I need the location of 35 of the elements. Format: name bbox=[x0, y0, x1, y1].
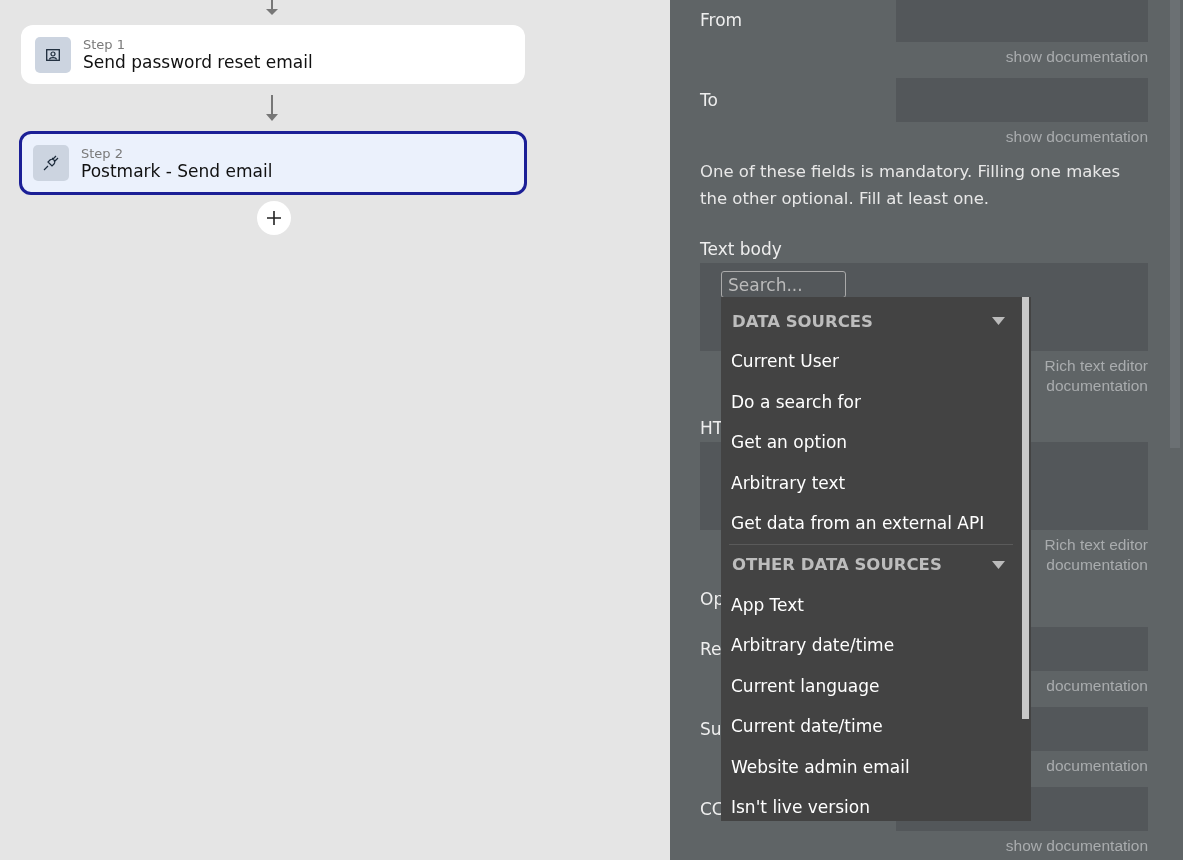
contact-card-icon bbox=[46, 48, 60, 61]
field-label: Text body bbox=[700, 239, 783, 259]
step-label: Step 1 bbox=[83, 37, 126, 52]
menu-item[interactable]: Current User bbox=[725, 341, 1017, 382]
menu-item[interactable]: Arbitrary text bbox=[725, 462, 1017, 503]
menu-item[interactable]: Get data from an external API bbox=[725, 503, 1017, 544]
menu-item[interactable]: Website admin email bbox=[725, 746, 1017, 787]
search-field[interactable]: Search... bbox=[721, 271, 846, 298]
scrollbar[interactable] bbox=[1022, 297, 1029, 719]
arrow-icon bbox=[265, 0, 279, 16]
step-card[interactable]: Step 2 Postmark - Send email bbox=[19, 131, 527, 195]
plug-icon bbox=[43, 155, 59, 171]
field-label: To bbox=[700, 90, 718, 110]
menu-item[interactable]: Do a search for bbox=[725, 381, 1017, 422]
add-step-button[interactable] bbox=[257, 201, 291, 235]
arrow-icon bbox=[265, 95, 279, 122]
plus-icon bbox=[266, 210, 282, 226]
menu-item[interactable]: Current language bbox=[725, 665, 1017, 706]
step-card[interactable]: Step 1 Send password reset email bbox=[21, 25, 525, 84]
field-label: HT bbox=[700, 418, 725, 438]
menu-item[interactable]: Arbitrary date/time bbox=[725, 625, 1017, 666]
menu-item[interactable]: Get an option bbox=[725, 422, 1017, 463]
group-header[interactable]: DATA SOURCES bbox=[725, 301, 1017, 341]
field-label: CC bbox=[700, 799, 724, 819]
menu-item[interactable]: Current date/time bbox=[725, 706, 1017, 747]
menu-item[interactable]: Isn't live version bbox=[725, 787, 1017, 821]
field-label: From bbox=[700, 10, 743, 30]
field-label: Su bbox=[700, 719, 722, 739]
mandatory-note: One of these fields is mandatory. Filling one makes the other optional. Fill at least one. bbox=[700, 161, 1122, 210]
step-title: Postmark - Send email bbox=[81, 160, 273, 181]
menu-item[interactable]: App Text bbox=[725, 584, 1017, 625]
group-header[interactable]: OTHER DATA SOURCES bbox=[725, 544, 1017, 585]
step-title: Send password reset email bbox=[83, 52, 313, 72]
step-label: Step 2 bbox=[81, 145, 124, 161]
field-label: Re bbox=[700, 639, 722, 659]
